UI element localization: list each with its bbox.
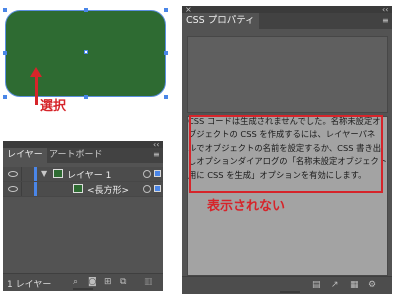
- anchor-point[interactable]: [84, 8, 88, 12]
- selection-square-indicator[interactable]: [154, 170, 161, 177]
- export-css-icon[interactable]: ▤: [312, 280, 321, 290]
- anchor-point[interactable]: [164, 51, 168, 55]
- panel-menu-icon[interactable]: ≡: [382, 17, 389, 25]
- anchor-point[interactable]: [164, 8, 168, 12]
- layer-color-indicator: [34, 167, 37, 181]
- delete-icon[interactable]: ▥: [144, 277, 153, 287]
- layer-name[interactable]: レイヤー 1: [67, 168, 111, 181]
- annotation-highlight-box: [189, 115, 383, 193]
- not-displayed-annotation-label: 表示されない: [207, 199, 286, 214]
- create-sublayer-icon[interactable]: ⊞: [104, 277, 112, 287]
- expand-triangle-icon[interactable]: ▼: [41, 170, 47, 178]
- anchor-point[interactable]: [3, 8, 7, 12]
- make-clipping-mask-icon[interactable]: ◙: [88, 277, 97, 287]
- panel-topbar: [3, 141, 163, 148]
- object-thumbnail: [73, 184, 83, 193]
- lock-toggle[interactable]: [21, 167, 34, 181]
- target-circle-icon[interactable]: [143, 185, 151, 193]
- css-properties-panel: × ‹‹ CSS プロパティ ≡ CSS コードは生成されませんでした。名称未設…: [182, 6, 392, 294]
- tab-bar: CSS プロパティ ≡: [182, 13, 392, 29]
- generate-css-icon[interactable]: ▦: [350, 280, 359, 290]
- tab-bar: レイヤー アートボード ≡: [3, 148, 163, 163]
- anchor-point[interactable]: [164, 95, 168, 99]
- layers-panel: ‹‹ レイヤー アートボード ≡ ▼ レイヤー 1 <長方形> 1 レイヤー ⌕…: [3, 141, 163, 291]
- resize-grip[interactable]: [280, 291, 300, 293]
- lock-toggle[interactable]: [21, 182, 34, 196]
- anchor-point[interactable]: [84, 95, 88, 99]
- copy-style-icon[interactable]: ↗: [331, 280, 339, 290]
- panel-topbar: [182, 6, 392, 13]
- tab-artboards[interactable]: アートボード: [49, 148, 102, 163]
- tab-layers[interactable]: レイヤー: [3, 148, 47, 163]
- anchor-point[interactable]: [3, 51, 7, 55]
- selection-square-indicator[interactable]: [154, 185, 161, 192]
- visibility-eye-icon[interactable]: [8, 186, 18, 192]
- visibility-eye-icon[interactable]: [8, 171, 18, 177]
- export-options-icon[interactable]: ⚙: [368, 280, 376, 290]
- resize-grip[interactable]: [73, 288, 93, 290]
- object-name[interactable]: <長方形>: [87, 183, 129, 196]
- selection-annotation-label: 選択: [40, 99, 67, 114]
- annotation-arrow-shaft: [35, 75, 38, 105]
- layer-color-indicator: [34, 182, 37, 196]
- layer-count-label: 1 レイヤー: [7, 280, 52, 290]
- anchor-point[interactable]: [3, 95, 7, 99]
- layer-thumbnail: [53, 169, 63, 178]
- target-circle-icon[interactable]: [143, 170, 151, 178]
- locate-object-icon[interactable]: ⌕: [73, 277, 78, 287]
- center-point[interactable]: [84, 50, 88, 54]
- layer-row[interactable]: <長方形>: [3, 182, 163, 197]
- layer-row[interactable]: ▼ レイヤー 1: [3, 167, 163, 182]
- create-layer-icon[interactable]: ⧉: [120, 277, 126, 287]
- css-preview-area: [187, 36, 388, 113]
- panel-menu-icon[interactable]: ≡: [153, 151, 160, 159]
- tab-css-properties[interactable]: CSS プロパティ: [182, 13, 259, 29]
